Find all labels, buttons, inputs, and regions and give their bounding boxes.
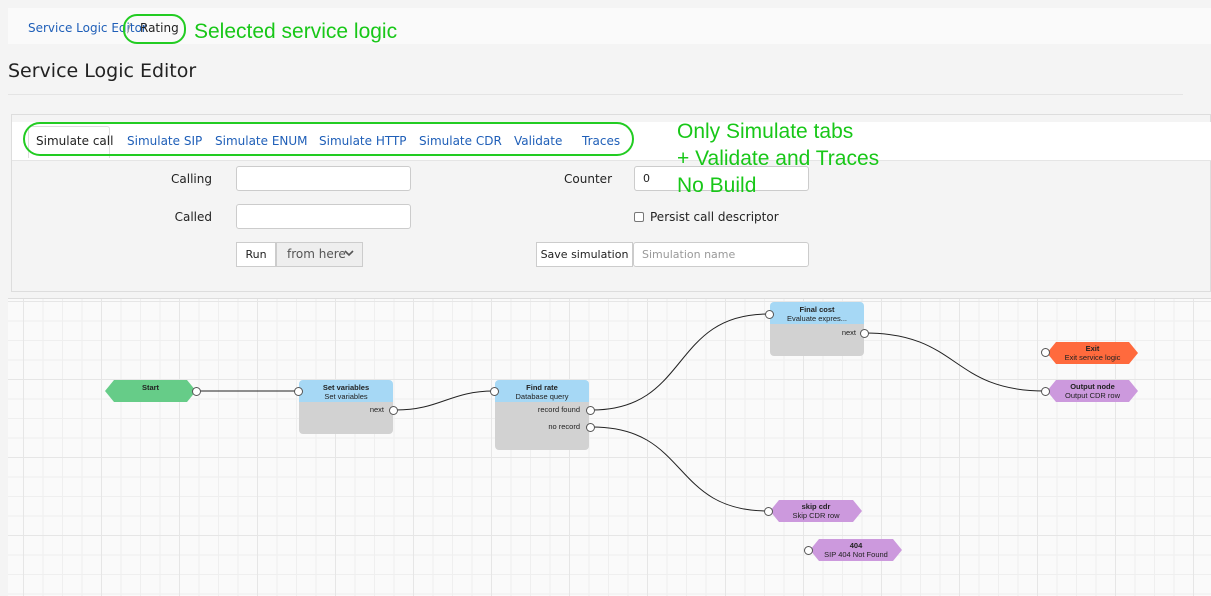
flow-connections [196, 313, 1046, 512]
output-node-input-port[interactable] [1041, 387, 1050, 396]
start-node-title: Start [141, 383, 160, 392]
flow-node-start[interactable]: Start [105, 380, 196, 402]
wire-final-cost-to-output-node [864, 332, 1046, 392]
find-rate-output-port-no-record[interactable] [586, 423, 595, 432]
sip-404-title: 404 [849, 541, 863, 550]
flow-node-output[interactable]: Output node Output CDR row [1047, 380, 1138, 402]
sip-404-input-port[interactable] [804, 546, 813, 555]
skip-cdr-input-port[interactable] [764, 507, 773, 516]
skip-cdr-subtitle: Skip CDR row [792, 511, 840, 520]
flow-node-exit[interactable]: Exit Exit service logic [1047, 342, 1138, 364]
sip-404-subtitle: SIP 404 Not Found [824, 550, 888, 559]
final-cost-output-next-label: next [841, 328, 856, 337]
wire-no-record-to-skip-cdr [591, 426, 769, 512]
final-cost-title: Final cost [799, 305, 835, 314]
find-rate-title: Find rate [526, 383, 558, 392]
output-node-subtitle: Output CDR row [1064, 391, 1121, 400]
flow-node-skip-cdr[interactable]: skip cdr Skip CDR row [770, 500, 862, 522]
set-variables-output-port-next[interactable] [389, 406, 398, 415]
final-cost-header: Final cost Evaluate expres... [770, 302, 864, 324]
find-rate-header: Find rate Database query [495, 380, 589, 402]
wire-record-found-to-final-cost [591, 313, 769, 411]
skip-cdr-title: skip cdr [801, 502, 831, 511]
set-variables-input-port[interactable] [294, 387, 303, 396]
final-cost-output-port-next[interactable] [860, 329, 869, 338]
set-variables-subtitle: Set variables [324, 392, 368, 401]
final-cost-subtitle: Evaluate expres... [786, 314, 848, 323]
wire-set-variables-to-find-rate [395, 390, 495, 411]
exit-input-port[interactable] [1041, 348, 1050, 357]
set-variables-title: Set variables [322, 383, 370, 392]
find-rate-output-port-record-found[interactable] [586, 406, 595, 415]
exit-node-title: Exit [1085, 344, 1100, 353]
find-rate-input-port[interactable] [490, 387, 499, 396]
find-rate-output-record-found-label: record found [537, 405, 580, 414]
set-variables-output-next-label: next [369, 405, 384, 414]
find-rate-subtitle: Database query [515, 392, 569, 401]
exit-node-subtitle: Exit service logic [1064, 353, 1121, 362]
flow-node-find-rate[interactable]: Find rate Database query [495, 380, 589, 450]
final-cost-input-port[interactable] [765, 310, 774, 319]
output-node-title: Output node [1070, 382, 1115, 391]
set-variables-header: Set variables Set variables [299, 380, 393, 402]
find-rate-output-no-record-label: no record [548, 422, 580, 431]
start-output-port[interactable] [192, 387, 201, 396]
flow-node-sip-404[interactable]: 404 SIP 404 Not Found [810, 539, 902, 561]
